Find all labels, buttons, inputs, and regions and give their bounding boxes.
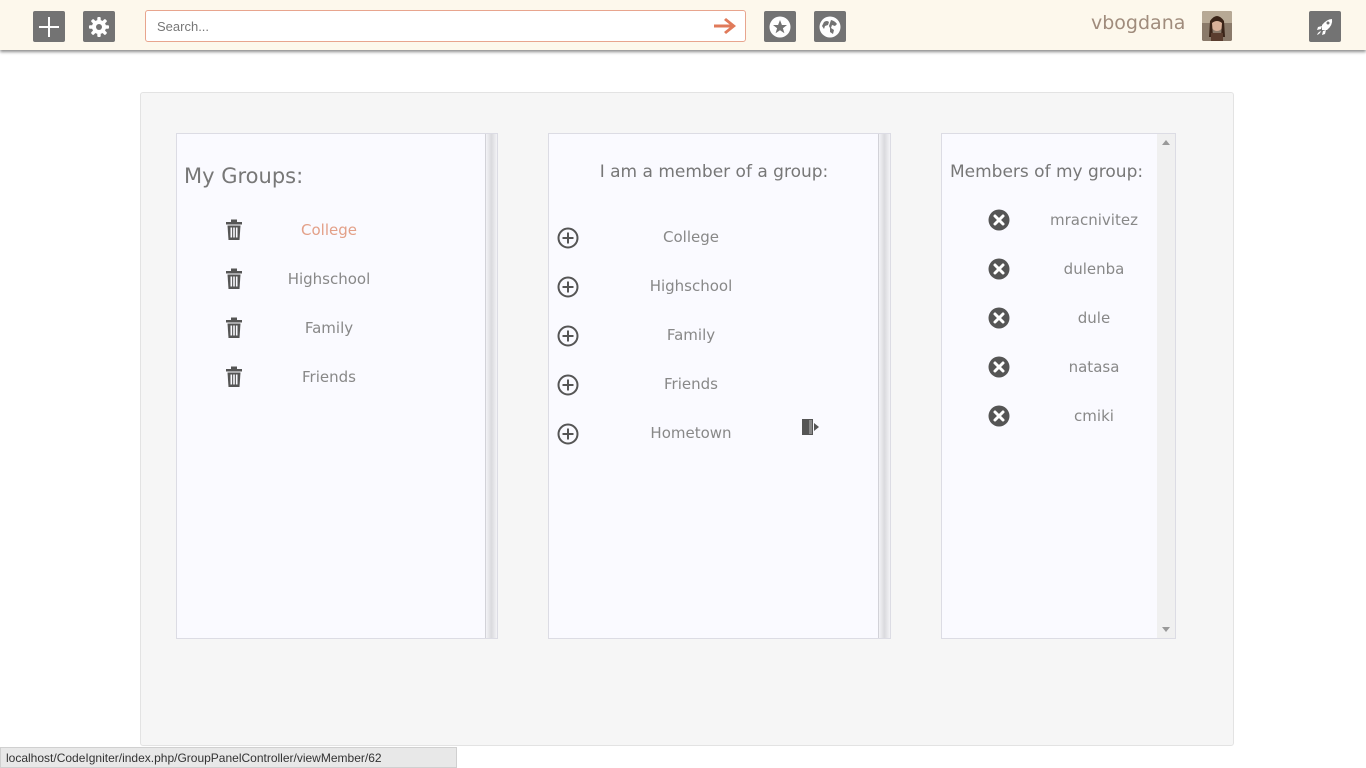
plus-circle-icon[interactable]: [557, 423, 579, 445]
add-button[interactable]: [33, 11, 65, 42]
globe-icon: [819, 16, 841, 37]
search-input[interactable]: [146, 11, 706, 41]
member-name-link[interactable]: mracnivitez: [994, 211, 1194, 229]
rocket-icon: [1317, 18, 1333, 35]
member-group-link[interactable]: Highschool: [591, 277, 791, 295]
members-card: Members of my group:: [941, 133, 1176, 639]
my-groups-scrollbar[interactable]: [485, 134, 497, 638]
plus-circle-icon[interactable]: [557, 227, 579, 249]
status-bar-url: localhost/CodeIgniter/index.php/GroupPan…: [0, 747, 457, 768]
my-group-link[interactable]: Highschool: [229, 270, 429, 288]
members-title: Members of my group:: [950, 162, 1144, 182]
my-group-link[interactable]: Family: [229, 319, 429, 337]
plus-circle-icon[interactable]: [557, 276, 579, 298]
member-name-link[interactable]: natasa: [994, 358, 1194, 376]
members-scrollbar[interactable]: [1157, 134, 1175, 638]
gear-icon: [89, 16, 109, 37]
my-group-link[interactable]: Friends: [229, 368, 429, 386]
explore-button[interactable]: [814, 11, 846, 42]
username[interactable]: vbogdana: [1091, 12, 1185, 34]
avatar[interactable]: [1202, 11, 1232, 41]
arrow-right-icon: [714, 18, 736, 34]
plus-icon: [39, 16, 59, 37]
member-name-link[interactable]: dule: [994, 309, 1194, 327]
favorites-button[interactable]: [764, 11, 796, 42]
search-box: [145, 10, 746, 42]
member-group-link[interactable]: College: [591, 228, 791, 246]
member-name-link[interactable]: dulenba: [994, 260, 1194, 278]
member-of-title: I am a member of a group:: [599, 162, 829, 182]
plus-circle-icon[interactable]: [557, 325, 579, 347]
member-name-link[interactable]: cmiki: [994, 407, 1194, 425]
star-icon: [769, 16, 791, 37]
member-group-link[interactable]: Family: [591, 326, 791, 344]
member-group-link[interactable]: Hometown: [591, 424, 791, 442]
my-group-link[interactable]: College: [229, 221, 429, 239]
plus-circle-icon[interactable]: [557, 374, 579, 396]
member-group-link[interactable]: Friends: [591, 375, 791, 393]
scroll-down-arrow[interactable]: [1162, 627, 1170, 632]
notifications-button[interactable]: [1309, 11, 1341, 42]
search-submit-button[interactable]: [711, 15, 739, 37]
avatar-image: [1202, 11, 1232, 41]
member-of-scrollbar[interactable]: [878, 134, 890, 638]
my-groups-title: My Groups:: [184, 164, 304, 188]
top-bar: vbogdana: [0, 0, 1366, 50]
leave-group-icon[interactable]: [800, 417, 822, 437]
settings-button[interactable]: [83, 11, 115, 42]
scroll-up-arrow[interactable]: [1162, 140, 1170, 145]
